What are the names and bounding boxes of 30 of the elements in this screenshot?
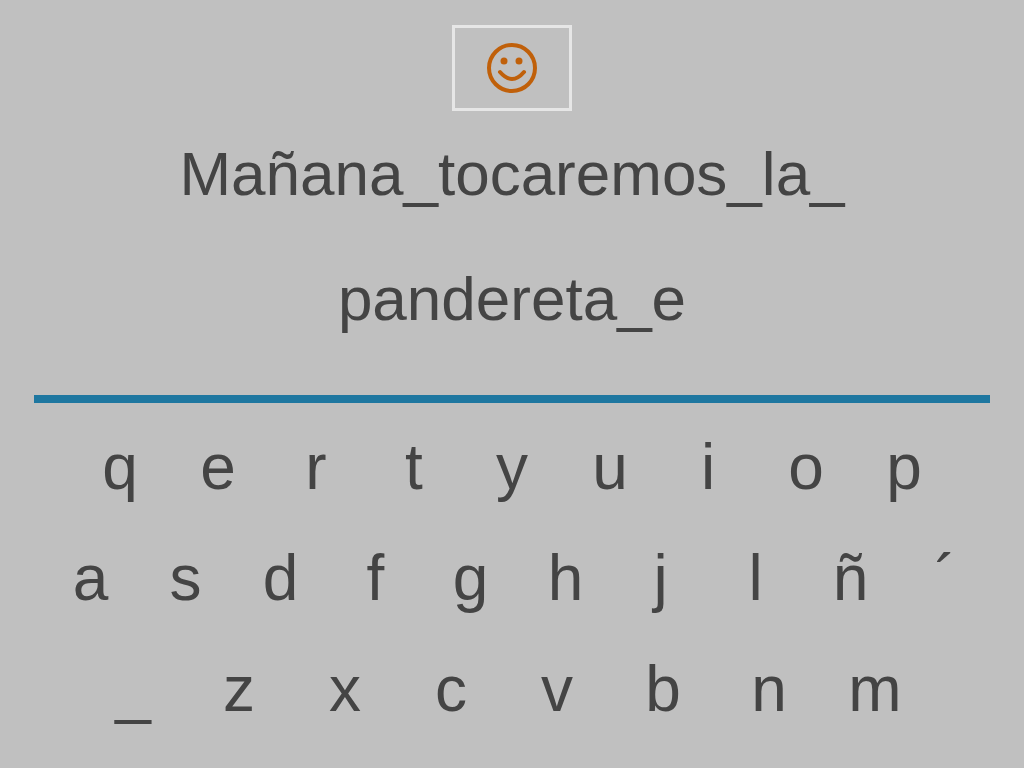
smiley-icon [485, 41, 539, 95]
letter-key[interactable]: j [613, 537, 708, 618]
letter-key[interactable]: y [463, 426, 561, 507]
letter-key[interactable]: n [716, 648, 822, 729]
letter-key[interactable]: b [610, 648, 716, 729]
letter-key[interactable]: ´ [898, 537, 993, 618]
letter-key[interactable]: ñ [803, 537, 898, 618]
letter-key[interactable]: i [659, 426, 757, 507]
prompt-text: pandereta_e [337, 263, 687, 335]
letter-key[interactable]: f [328, 537, 423, 618]
letter-key[interactable]: l [708, 537, 803, 618]
letter-key[interactable]: c [398, 648, 504, 729]
letter-key[interactable]: h [518, 537, 613, 618]
letter-key[interactable]: o [757, 426, 855, 507]
letter-key[interactable]: p [855, 426, 953, 507]
letter-key[interactable]: u [561, 426, 659, 507]
letter-key[interactable]: x [292, 648, 398, 729]
letter-key[interactable]: r [267, 426, 365, 507]
letter-key[interactable]: e [169, 426, 267, 507]
letter-key[interactable]: a [43, 537, 138, 618]
letter-key[interactable]: d [233, 537, 328, 618]
letter-key[interactable]: _ [80, 648, 186, 729]
letter-key[interactable]: m [822, 648, 928, 729]
letter-key[interactable]: q [71, 426, 169, 507]
letter-key[interactable]: g [423, 537, 518, 618]
letter-key[interactable]: z [186, 648, 292, 729]
letter-key[interactable]: t [365, 426, 463, 507]
letter-key[interactable]: v [504, 648, 610, 729]
prompt-text: Mañana_tocaremos_la_ [179, 138, 845, 210]
letter-key[interactable]: s [138, 537, 233, 618]
